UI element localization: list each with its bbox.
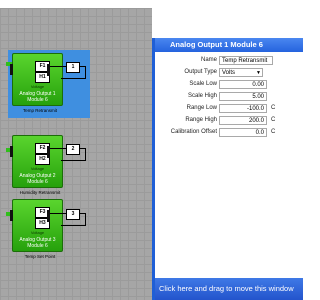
output-wire (50, 66, 66, 67)
calibration-offset-row: Calibration Offset 0.0 C (161, 128, 303, 138)
name-field[interactable]: Temp Retransmit (219, 56, 273, 65)
output-type-row: Output Type Volts ▼ (161, 68, 303, 78)
input-port (10, 210, 13, 221)
window-title[interactable]: Analog Output 1 Module 6 (155, 38, 303, 52)
output-wire (61, 78, 86, 79)
scale-low-label: Scale Low (189, 81, 217, 87)
output-wire (50, 148, 66, 149)
signal-type: Voltage (30, 230, 45, 235)
input-port (10, 146, 13, 157)
calibration-offset-field[interactable]: 0.0 (219, 128, 267, 137)
block-name-line2: Module 6 (27, 96, 48, 103)
scale-high-label: Scale High (187, 93, 217, 99)
properties-window: Analog Output 1 Module 6 Name Temp Retra… (152, 38, 303, 300)
range-high-row: Range High 200.0 C (161, 116, 303, 126)
drag-hint-text: Click here and drag to move this window (159, 284, 294, 293)
output-wire (50, 213, 66, 214)
output-wire (61, 160, 86, 161)
properties-form: Name Temp Retransmit Output Type Volts ▼… (161, 56, 303, 278)
output-number-box: 2 (66, 144, 80, 155)
block-name-line2: Module 6 (27, 178, 48, 185)
block-caption: Humidity Retransmit (19, 190, 61, 195)
calibration-offset-unit: C (271, 129, 276, 135)
name-row: Name Temp Retransmit (161, 56, 303, 66)
analog-output-block-3[interactable]: F3 H3 Voltage Analog Output 3 Module 6 (10, 199, 63, 252)
block-name-line2: Module 6 (27, 242, 48, 249)
range-low-field[interactable]: -100.0 (219, 104, 267, 113)
analog-output-block-2[interactable]: F2 H2 Voltage Analog Output 2 Module 6 (10, 135, 63, 188)
block-name: Analog Output 1 Module 6 (13, 91, 62, 103)
scale-high-row: Scale High 5.00 (161, 92, 303, 102)
chevron-down-icon: ▼ (256, 70, 261, 76)
range-low-unit: C (271, 105, 276, 111)
drag-handle-bar[interactable]: Click here and drag to move this window (155, 278, 303, 300)
signal-type: Voltage (30, 166, 45, 171)
analog-output-block-1[interactable]: F1 H1 Voltage Analog Output 1 Module 6 (10, 53, 63, 106)
output-wire (61, 225, 86, 226)
diagram-canvas[interactable]: F1 H1 Voltage Analog Output 1 Module 6 1… (0, 0, 152, 300)
scale-high-field[interactable]: 5.00 (219, 92, 267, 101)
block-name: Analog Output 2 Module 6 (13, 173, 62, 185)
range-high-unit: C (271, 117, 276, 123)
output-type-value: Volts (222, 70, 236, 76)
output-port (47, 210, 50, 222)
name-label: Name (200, 57, 217, 63)
calibration-offset-label: Calibration Offset (170, 129, 217, 135)
scale-low-field[interactable]: 0.00 (219, 80, 267, 89)
range-high-label: Range High (185, 117, 217, 123)
output-number-box: 3 (66, 209, 80, 220)
scale-low-row: Scale Low 0.00 (161, 80, 303, 90)
block-caption: Temp Retransmit (22, 108, 57, 113)
output-number-box: 1 (66, 62, 80, 73)
output-type-label: Output Type (184, 69, 217, 75)
block-caption: Temp Set Point (24, 254, 56, 259)
block-name: Analog Output 3 Module 6 (13, 237, 62, 249)
range-high-field[interactable]: 200.0 (219, 116, 267, 125)
input-port (10, 64, 13, 75)
output-type-select[interactable]: Volts ▼ (219, 68, 263, 77)
canvas-header-strip (0, 0, 152, 8)
range-low-label: Range Low (186, 105, 217, 111)
signal-type: Voltage (30, 84, 45, 89)
range-low-row: Range Low -100.0 C (161, 104, 303, 114)
